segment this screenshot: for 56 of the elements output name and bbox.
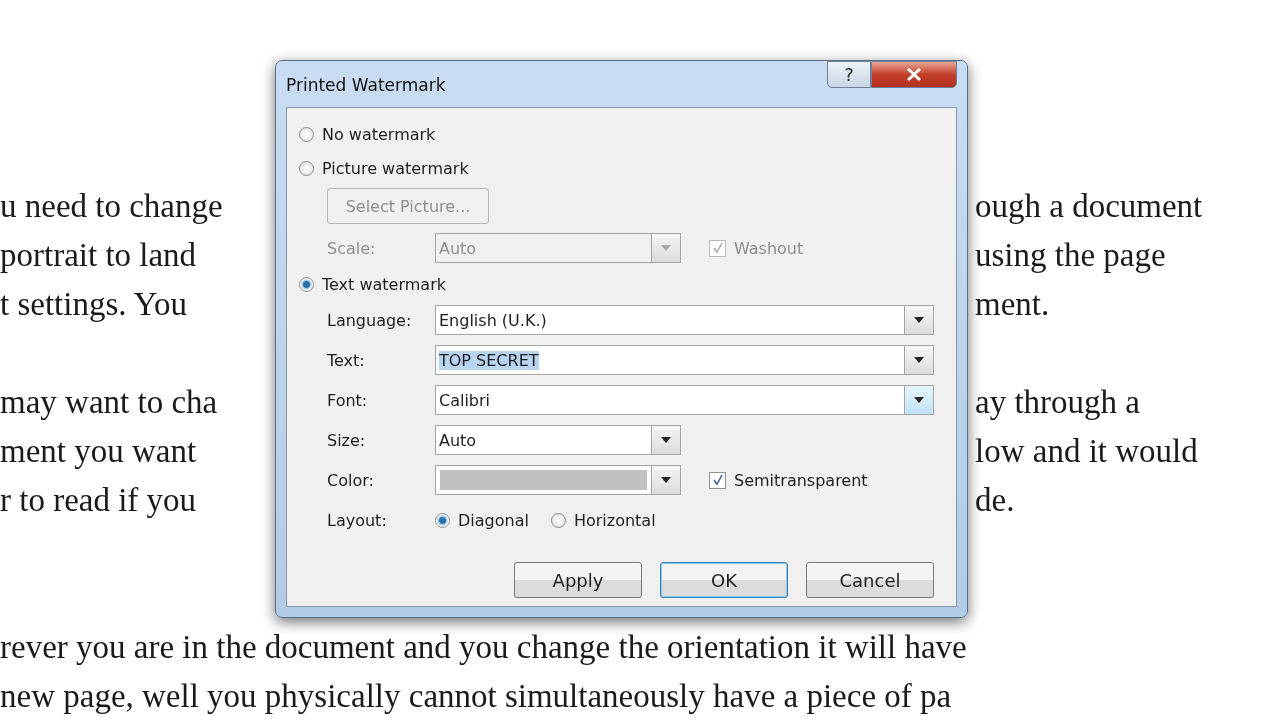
radio-button[interactable] bbox=[299, 276, 314, 292]
dropdown-button[interactable] bbox=[651, 426, 680, 454]
document-text: low and it would bbox=[975, 432, 1198, 471]
document-text: ment you want bbox=[0, 432, 198, 471]
dialog-button[interactable]: Apply bbox=[514, 562, 642, 598]
radio-label[interactable]: Picture watermark bbox=[322, 158, 469, 178]
combo-box[interactable]: English (U.K.) bbox=[435, 305, 934, 335]
document-text: r to read if you bbox=[0, 481, 198, 520]
close-button[interactable] bbox=[871, 61, 957, 88]
radio-label[interactable]: Horizontal bbox=[573, 510, 656, 530]
radio-button[interactable] bbox=[435, 512, 450, 528]
dropdown-button[interactable] bbox=[904, 306, 933, 334]
radio-button[interactable] bbox=[299, 126, 314, 142]
field-label: Font: bbox=[327, 390, 369, 410]
dropdown-button[interactable] bbox=[904, 346, 933, 374]
field-label: Size: bbox=[327, 430, 367, 450]
document-text: ment. bbox=[975, 285, 1050, 324]
document-text: t settings. You bbox=[0, 285, 189, 324]
dialog-button[interactable]: Cancel bbox=[806, 562, 934, 598]
radio-label[interactable]: Diagonal bbox=[458, 510, 529, 530]
dropdown-button[interactable] bbox=[651, 466, 680, 494]
radio-button[interactable] bbox=[299, 160, 314, 176]
document-text: ay through a bbox=[975, 383, 1140, 422]
field-label: Text: bbox=[327, 350, 366, 370]
caret-icon bbox=[661, 437, 671, 443]
document-text: de. bbox=[975, 481, 1015, 520]
document-text: portrait to land bbox=[0, 236, 198, 275]
caret-icon bbox=[661, 477, 671, 483]
document-text: ough a document bbox=[975, 187, 1203, 226]
help-button[interactable]: ? bbox=[827, 61, 871, 88]
combo-box[interactable]: Calibri bbox=[435, 385, 934, 415]
document-text: using the page bbox=[975, 236, 1166, 275]
ok-button[interactable]: OK bbox=[660, 562, 788, 598]
combo-box[interactable]: TOP SECRET bbox=[435, 345, 934, 375]
field-label: Scale: bbox=[327, 238, 377, 258]
window-title: Printed Watermark bbox=[286, 75, 446, 95]
color-dropdown[interactable] bbox=[435, 465, 681, 495]
document-text: u need to change bbox=[0, 187, 224, 226]
checkbox[interactable] bbox=[709, 471, 726, 489]
document-text: rever you are in the document and you change the orientation it will have bbox=[0, 628, 967, 667]
caret-icon bbox=[914, 317, 924, 323]
field-label: Color: bbox=[327, 470, 375, 490]
caret-icon bbox=[914, 357, 924, 363]
document-text: may want to cha bbox=[0, 383, 219, 422]
radio-label[interactable]: Text watermark bbox=[322, 274, 446, 294]
caret-icon bbox=[661, 245, 671, 251]
radio-button[interactable] bbox=[550, 512, 566, 528]
radio-label[interactable]: No watermark bbox=[322, 124, 436, 144]
field-label: Layout: bbox=[327, 510, 388, 530]
document-text: new page, well you physically cannot simultaneously have a piece of pa bbox=[0, 677, 952, 716]
checkbox-label[interactable]: Semitransparent bbox=[734, 470, 868, 490]
close-icon bbox=[906, 68, 922, 81]
caret-icon bbox=[914, 397, 924, 403]
field-label: Language: bbox=[327, 310, 413, 330]
dropdown-button[interactable] bbox=[904, 386, 933, 414]
combo-box[interactable]: Auto bbox=[435, 425, 681, 455]
